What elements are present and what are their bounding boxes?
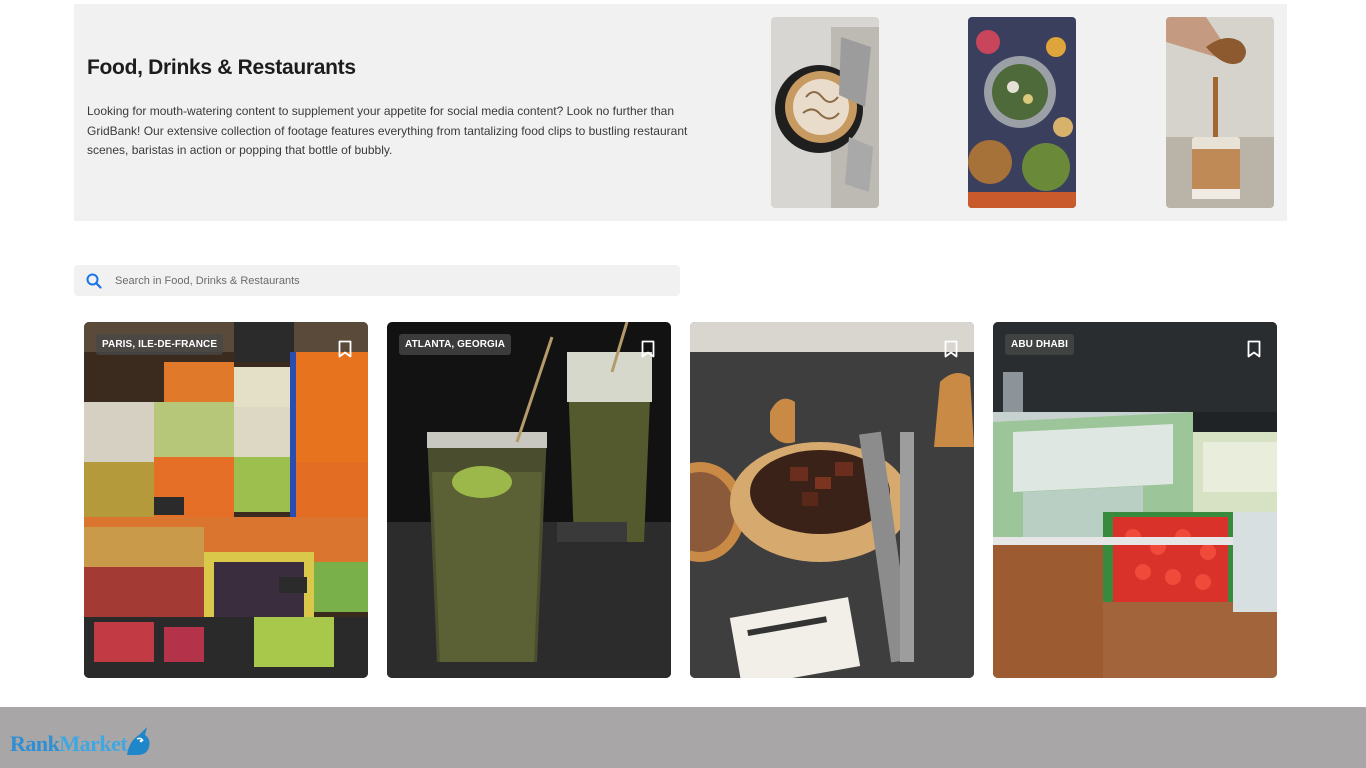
hero-thumbnail-coffee[interactable] bbox=[1166, 17, 1274, 208]
supermarket-produce-image bbox=[993, 322, 1277, 678]
video-card-braised-beef[interactable] bbox=[690, 322, 974, 678]
category-hero: Food, Drinks & Restaurants Looking for m… bbox=[74, 4, 1287, 221]
location-badge: ABU DHABI bbox=[1005, 334, 1075, 355]
footer-bar: RankMarket bbox=[0, 707, 1366, 768]
page-title: Food, Drinks & Restaurants bbox=[87, 56, 356, 79]
rankmarket-logo[interactable]: RankMarket bbox=[10, 725, 153, 757]
video-card-paris[interactable]: PARIS, ILE-DE-FRANCE bbox=[84, 322, 368, 678]
unicorn-logo-icon bbox=[127, 727, 150, 755]
bookmark-icon[interactable] bbox=[944, 340, 958, 358]
logo-text: RankMarket bbox=[10, 731, 128, 756]
hero-thumbnail-bread[interactable] bbox=[771, 17, 879, 208]
hero-thumbnail-dishes[interactable] bbox=[968, 17, 1076, 208]
bookmark-icon[interactable] bbox=[1247, 340, 1261, 358]
clay-pot-dish-image bbox=[690, 322, 974, 678]
page: Food, Drinks & Restaurants Looking for m… bbox=[0, 0, 1366, 768]
search-icon[interactable] bbox=[86, 273, 102, 289]
location-badge: ATLANTA, GEORGIA bbox=[399, 334, 512, 355]
dishes-image bbox=[968, 17, 1076, 208]
search-input[interactable] bbox=[115, 265, 655, 296]
cocktails-image bbox=[387, 322, 671, 678]
bread-image bbox=[771, 17, 879, 208]
bookmark-icon[interactable] bbox=[641, 340, 655, 358]
video-card-abu-dhabi[interactable]: ABU DHABI bbox=[993, 322, 1277, 678]
market-produce-image bbox=[84, 322, 368, 678]
coffee-image bbox=[1166, 17, 1274, 208]
location-badge: PARIS, ILE-DE-FRANCE bbox=[96, 334, 224, 355]
bookmark-icon[interactable] bbox=[338, 340, 352, 358]
search-bar[interactable] bbox=[74, 265, 680, 296]
category-description: Looking for mouth-watering content to su… bbox=[87, 104, 688, 157]
video-card-atlanta[interactable]: ATLANTA, GEORGIA bbox=[387, 322, 671, 678]
